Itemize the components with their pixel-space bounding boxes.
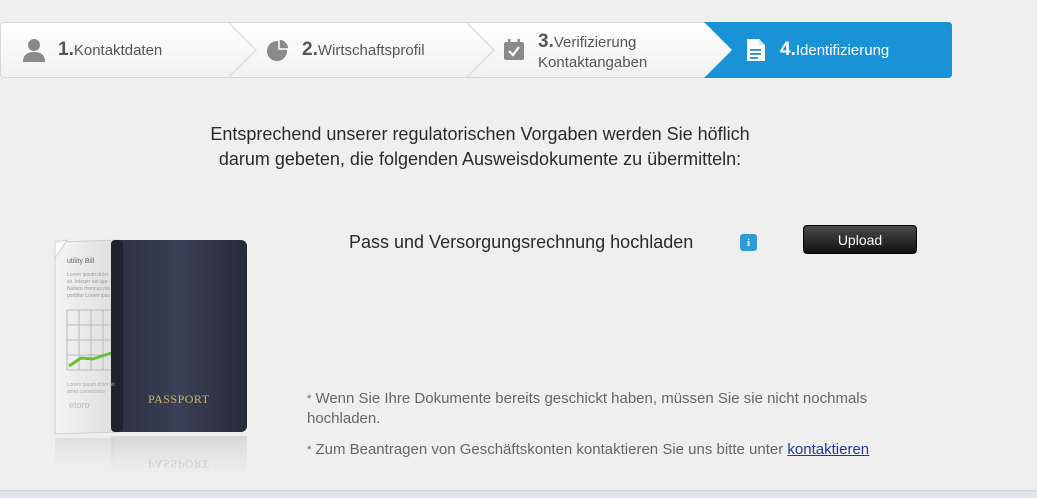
calendar-check-icon: [500, 36, 528, 64]
intro-text: Entsprechend unserer regulatorischen Vor…: [120, 122, 840, 172]
document-icon: [742, 36, 770, 64]
step-label: Wirtschaftsprofil: [317, 42, 425, 59]
step-label: Kontaktdaten: [73, 42, 163, 59]
step-label: Verifizierung: [553, 33, 637, 51]
intro-line-1: Entsprechend unserer regulatorischen Vor…: [210, 124, 750, 144]
documents-illustration: utility Bill Lorem ipsum dolor sit. Inte…: [45, 232, 255, 490]
user-icon: [20, 36, 48, 64]
step-number: 2.: [302, 39, 318, 60]
upload-button[interactable]: Upload: [803, 225, 917, 254]
intro-line-2: darum gebeten, die folgenden Ausweisdoku…: [218, 149, 742, 169]
bill-lorem: Lorem ipsum dolor sit. Integer vel luja …: [67, 272, 111, 299]
progress-stepper: 1.Kontaktdaten 2.Wirtschaftsprofil 3.Ver…: [0, 22, 952, 78]
step-wirtschaftsprofil[interactable]: 2.Wirtschaftsprofil: [264, 22, 425, 78]
step-number: 1.: [58, 39, 74, 60]
bill-footer-lorem: Lorem ipsum dolor sit amet consectetur: [67, 382, 115, 395]
step-identifizierung[interactable]: 4.Identifizierung: [742, 22, 889, 78]
bill-title: utility Bill: [67, 258, 95, 265]
step-number: 4.: [780, 39, 796, 60]
step-verifizierung[interactable]: 3.Verifizierung Kontaktangaben: [500, 22, 647, 78]
bill-logo: etoro: [69, 400, 90, 410]
passport-label: PASSPORT: [148, 392, 210, 406]
info-icon[interactable]: i: [740, 234, 757, 251]
step-kontaktdaten[interactable]: 1.Kontaktdaten: [20, 22, 162, 78]
note-business-accounts: * Zum Beantragen von Geschäftskonten kon…: [307, 440, 927, 460]
step-number: 3.: [538, 30, 554, 52]
contact-link[interactable]: kontaktieren: [787, 441, 869, 458]
asterisk: *: [307, 444, 312, 456]
note-text: Wenn Sie Ihre Dokumente bereits geschick…: [307, 390, 868, 427]
asterisk: *: [307, 393, 312, 405]
document-upload-label: Pass und Versorgungsrechnung hochladen: [349, 232, 694, 252]
passport-label-reflection: PASSPORT: [148, 457, 210, 471]
pie-chart-icon: [264, 36, 292, 64]
footer-divider: [0, 490, 1037, 498]
note-text: Zum Beantragen von Geschäftskonten konta…: [315, 441, 784, 458]
step-label: Identifizierung: [795, 42, 890, 59]
note-already-sent: * Wenn Sie Ihre Dokumente bereits geschi…: [307, 389, 927, 429]
step-label-secondary: Kontaktangaben: [538, 53, 648, 71]
